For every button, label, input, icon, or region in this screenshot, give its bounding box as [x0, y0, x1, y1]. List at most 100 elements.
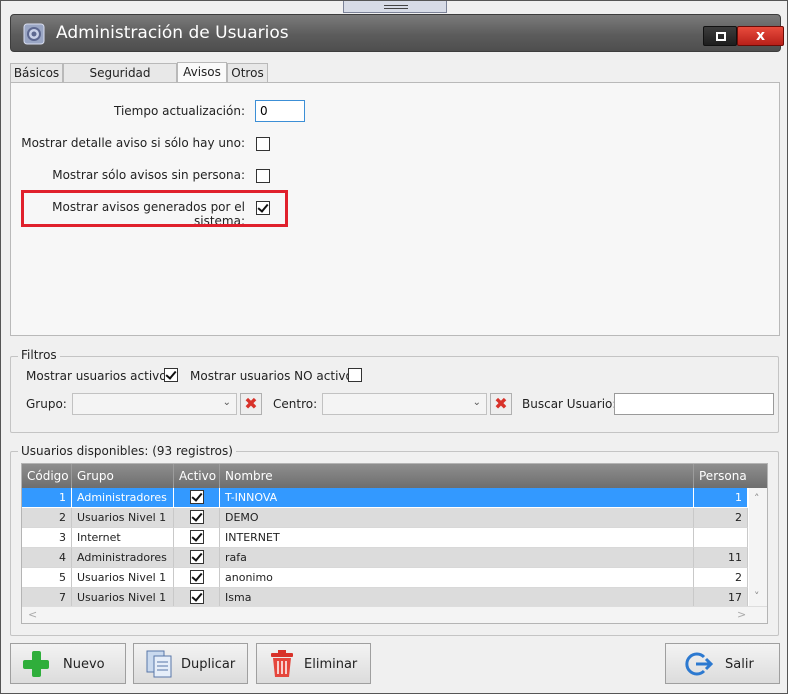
chevron-down-icon: ⌄ [222, 397, 231, 408]
cell-grupo: Usuarios Nivel 1 [72, 508, 174, 528]
tab-seguridad-windows[interactable]: Seguridad Windows [63, 63, 177, 99]
no-activos-label: Mostrar usuarios NO activos [190, 369, 360, 383]
cell-codigo: 2 [22, 508, 72, 528]
cell-grupo: Internet [72, 528, 174, 548]
activo-checkbox[interactable] [189, 570, 204, 584]
table-row[interactable]: 7 Usuarios Nivel 1 Isma 17 [22, 588, 748, 608]
cell-grupo: Administradores [72, 548, 174, 568]
detalle-label: Mostrar detalle aviso si sólo hay uno: [21, 136, 245, 150]
grupo-combo[interactable]: ⌄ [72, 393, 237, 415]
activo-checkbox[interactable] [189, 550, 204, 564]
table-row[interactable]: 4 Administradores rafa 11 [22, 548, 748, 568]
cell-nombre: T-INNOVA [220, 488, 694, 508]
filtros-title: Filtros [18, 348, 60, 362]
cell-grupo: Administradores [72, 488, 174, 508]
buscar-label: Buscar Usuario: [522, 397, 617, 411]
nuevo-label: Nuevo [63, 657, 105, 672]
detalle-checkbox[interactable] [256, 137, 270, 151]
cell-nombre: INTERNET [220, 528, 694, 548]
cell-nombre: DEMO [220, 508, 694, 528]
window-title: Administración de Usuarios [56, 23, 289, 43]
title-bar: Administración de Usuarios x [10, 14, 784, 52]
table-row[interactable]: 2 Usuarios Nivel 1 DEMO 2 [22, 508, 748, 528]
cell-nombre: anonimo [220, 568, 694, 588]
cell-persona: 17 [694, 588, 748, 608]
activos-checkbox[interactable] [164, 368, 178, 382]
cell-grupo: Usuarios Nivel 1 [72, 588, 174, 608]
cell-activo [174, 568, 220, 588]
duplicar-button[interactable]: Duplicar [133, 643, 248, 684]
table-row[interactable]: 5 Usuarios Nivel 1 anonimo 2 [22, 568, 748, 588]
table-row[interactable]: 1 Administradores T-INNOVA 1 [22, 488, 748, 508]
cell-persona [694, 528, 748, 548]
maximize-button[interactable] [703, 26, 737, 46]
activo-checkbox[interactable] [189, 490, 204, 504]
scroll-left-icon[interactable]: < [28, 608, 37, 621]
activo-checkbox[interactable] [189, 510, 204, 524]
horizontal-scrollbar[interactable]: < > [22, 606, 767, 623]
gear-icon [23, 23, 45, 45]
col-grupo[interactable]: Grupo [72, 464, 174, 488]
col-codigo[interactable]: Código [22, 464, 72, 488]
cell-activo [174, 508, 220, 528]
salir-button[interactable]: Salir [665, 643, 780, 684]
cell-codigo: 4 [22, 548, 72, 568]
exit-icon [685, 652, 714, 676]
tiempo-label: Tiempo actualización: [114, 104, 245, 118]
clear-icon: ✖ [244, 394, 258, 413]
cell-codigo: 3 [22, 528, 72, 548]
centro-label: Centro: [273, 397, 318, 411]
cell-codigo: 1 [22, 488, 72, 508]
table-row[interactable]: 3 Internet INTERNET [22, 528, 748, 548]
cell-activo [174, 548, 220, 568]
scroll-up-icon[interactable]: ˄ [754, 492, 760, 505]
duplicar-label: Duplicar [181, 657, 236, 672]
grupo-label: Grupo: [26, 397, 67, 411]
no-activos-checkbox[interactable] [348, 368, 362, 382]
activo-checkbox[interactable] [189, 590, 204, 604]
sin-persona-checkbox[interactable] [256, 169, 270, 183]
cell-persona: 2 [694, 568, 748, 588]
activos-label: Mostrar usuarios activos [26, 369, 173, 383]
col-persona[interactable]: Persona [694, 464, 767, 488]
highlight-frame [21, 190, 288, 227]
cell-codigo: 7 [22, 588, 72, 608]
scroll-right-icon[interactable]: > [737, 608, 746, 621]
scroll-down-icon[interactable]: ˅ [754, 590, 760, 603]
tab-otros[interactable]: Otros [227, 63, 268, 83]
plus-icon [23, 651, 49, 677]
buscar-input[interactable] [614, 393, 774, 415]
cell-persona: 1 [694, 488, 748, 508]
usuarios-table: Código Grupo Activo Nombre Persona 1 Admi… [21, 463, 768, 624]
eliminar-label: Eliminar [304, 657, 358, 672]
col-nombre[interactable]: Nombre [220, 464, 694, 488]
resize-grip[interactable] [343, 1, 447, 13]
user-admin-window: Administración de Usuarios x Básicos Seg… [0, 0, 788, 694]
tab-basicos[interactable]: Básicos [10, 63, 63, 83]
cell-nombre: Isma [220, 588, 694, 608]
sin-persona-label: Mostrar sólo avisos sin persona: [52, 168, 245, 182]
maximize-icon [716, 32, 726, 41]
clear-centro-button[interactable]: ✖ [490, 393, 512, 415]
close-button[interactable]: x [737, 26, 784, 46]
col-activo[interactable]: Activo [174, 464, 220, 488]
cell-codigo: 5 [22, 568, 72, 588]
activo-checkbox[interactable] [189, 530, 204, 544]
table-header: Código Grupo Activo Nombre Persona [22, 464, 767, 488]
clear-icon: ✖ [494, 394, 508, 413]
duplicate-icon [146, 650, 172, 678]
trash-icon [271, 650, 293, 677]
cell-activo [174, 588, 220, 608]
tab-avisos[interactable]: Avisos [177, 62, 227, 83]
vertical-scrollbar[interactable]: ˄ ˅ [749, 488, 767, 606]
cell-activo [174, 488, 220, 508]
centro-combo[interactable]: ⌄ [322, 393, 487, 415]
tiempo-input[interactable] [255, 100, 305, 122]
clear-grupo-button[interactable]: ✖ [240, 393, 262, 415]
eliminar-button[interactable]: Eliminar [256, 643, 371, 684]
cell-persona: 2 [694, 508, 748, 528]
cell-nombre: rafa [220, 548, 694, 568]
salir-label: Salir [725, 657, 754, 672]
chevron-down-icon: ⌄ [472, 397, 481, 408]
nuevo-button[interactable]: Nuevo [10, 643, 126, 684]
